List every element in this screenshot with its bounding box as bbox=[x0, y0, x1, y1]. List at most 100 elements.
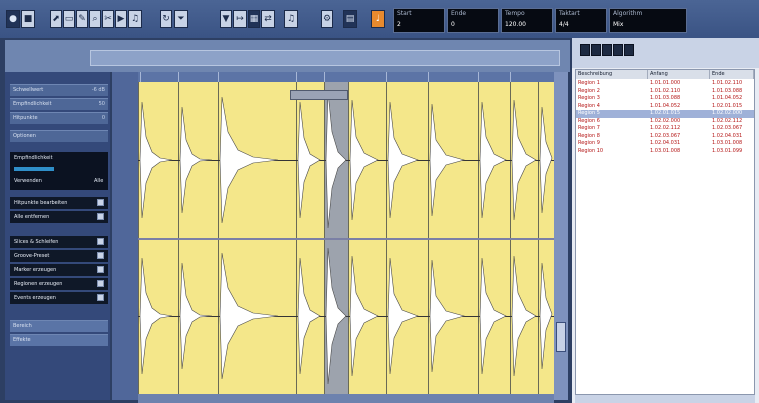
action-button[interactable]: Slices & Schleifen bbox=[10, 236, 108, 248]
select-tool-icon[interactable]: ⬈ bbox=[50, 10, 62, 28]
checkbox-icon[interactable] bbox=[97, 294, 104, 301]
ruler-tick bbox=[178, 72, 179, 82]
inspector-row[interactable]: Optionen bbox=[10, 130, 108, 142]
regions-table: Beschreibung Anfang Ende Region 1 1.01.01… bbox=[575, 69, 755, 395]
snap-button[interactable]: ⇄ bbox=[261, 10, 275, 28]
scrub-tool-icon[interactable]: ♫ bbox=[128, 10, 142, 28]
transport-button[interactable]: ⏷ bbox=[174, 10, 188, 28]
loop-button[interactable]: ↻ bbox=[160, 10, 172, 28]
horizontal-scrollbar[interactable] bbox=[138, 394, 554, 403]
effects-section[interactable]: Effekte bbox=[10, 334, 108, 346]
audio-editor-window: ● ■ ⬈ ▭ ✎ ⌕ ✂ ▶ ♫ ↻ ⏷ ▼ ↦ ▦ ⇄ ♫ ⚙ ▤ ♩ St… bbox=[0, 0, 759, 403]
ruler-tick bbox=[386, 72, 387, 82]
regions-table-scrollbar[interactable] bbox=[575, 395, 755, 403]
range-section[interactable]: Bereich bbox=[10, 320, 108, 332]
info-end[interactable]: Ende 0 bbox=[447, 8, 499, 33]
info-start-value: 2 bbox=[397, 21, 401, 28]
sensitivity-label: Empfindlichkeit bbox=[14, 155, 53, 161]
cell-end: 1.02.03.067 bbox=[712, 125, 743, 131]
view-button[interactable]: ▤ bbox=[343, 10, 357, 28]
action-button[interactable]: Events erzeugen bbox=[10, 292, 108, 304]
cell-start: 1.02.01.015 bbox=[650, 110, 681, 116]
grid-mode-icon[interactable]: ▦ bbox=[248, 10, 260, 28]
action-button[interactable]: Groove-Preset bbox=[10, 250, 108, 262]
sensitivity-slider[interactable] bbox=[14, 167, 54, 171]
play-region-icon[interactable] bbox=[613, 44, 623, 56]
remove-all-button[interactable]: Alle entfernen bbox=[10, 211, 108, 223]
remove-region-icon[interactable] bbox=[591, 44, 601, 56]
add-region-icon[interactable] bbox=[580, 44, 590, 56]
select-region-icon[interactable] bbox=[602, 44, 612, 56]
listen-button[interactable]: ■ bbox=[21, 10, 35, 28]
warp-mode-icon[interactable]: ↦ bbox=[233, 10, 247, 28]
hitpoint-mode-icon[interactable]: ▼ bbox=[220, 10, 232, 28]
table-row[interactable]: Region 8 1.02.03.067 1.02.04.031 bbox=[576, 133, 754, 141]
ruler-tick bbox=[478, 72, 479, 82]
checkbox-icon[interactable] bbox=[97, 199, 104, 206]
overview-range[interactable] bbox=[90, 50, 560, 66]
overview-strip[interactable] bbox=[5, 40, 570, 72]
play-tool-icon[interactable]: ▶ bbox=[115, 10, 127, 28]
checkbox-icon[interactable] bbox=[97, 280, 104, 287]
table-row[interactable]: Region 9 1.02.04.031 1.03.01.008 bbox=[576, 140, 754, 148]
info-tempo-label: Tempo bbox=[505, 10, 525, 17]
use-value[interactable]: Alle bbox=[94, 178, 103, 184]
column-header-start[interactable]: Anfang bbox=[648, 70, 710, 79]
solo-button[interactable]: ● bbox=[6, 10, 20, 28]
action-button[interactable]: Marker erzeugen bbox=[10, 264, 108, 276]
checkbox-icon[interactable] bbox=[97, 238, 104, 245]
info-algorithm[interactable]: Algorithm Mix bbox=[609, 8, 687, 33]
info-end-label: Ende bbox=[451, 10, 467, 17]
cell-name: Region 1 bbox=[578, 80, 600, 86]
table-row[interactable]: Region 1 1.01.01.000 1.01.02.110 bbox=[576, 80, 754, 88]
info-tempo[interactable]: Tempo 120.00 bbox=[501, 8, 553, 33]
pencil-tool-icon[interactable]: ✎ bbox=[76, 10, 88, 28]
info-signature[interactable]: Taktart 4/4 bbox=[555, 8, 607, 33]
cell-end: 1.02.02.000 bbox=[712, 110, 743, 116]
inspector-row[interactable]: Schwellwert -6 dB bbox=[10, 84, 108, 96]
table-row[interactable]: Region 3 1.01.03.088 1.01.04.052 bbox=[576, 95, 754, 103]
column-header-end[interactable]: Ende bbox=[710, 70, 754, 79]
inspector-row[interactable]: Empfindlichkeit 50 bbox=[10, 98, 108, 110]
info-start[interactable]: Start 2 bbox=[393, 8, 445, 33]
row-label: Optionen bbox=[13, 133, 36, 139]
button-label: Hitpunkte bearbeiten bbox=[14, 200, 68, 206]
checkbox-icon[interactable] bbox=[97, 213, 104, 220]
cell-end: 1.02.04.031 bbox=[712, 132, 743, 139]
button-label: Slices & Schleifen bbox=[14, 239, 59, 245]
checkbox-icon[interactable] bbox=[97, 266, 104, 273]
range-tool-icon[interactable]: ▭ bbox=[63, 10, 75, 28]
loop-region-icon[interactable] bbox=[624, 44, 634, 56]
cell-name: Region 9 bbox=[578, 140, 600, 146]
use-label: Verwenden bbox=[14, 178, 42, 184]
cell-start: 1.02.04.031 bbox=[650, 140, 681, 146]
table-row[interactable]: Region 7 1.02.02.112 1.02.03.067 bbox=[576, 125, 754, 133]
vertical-scroll-thumb[interactable] bbox=[556, 322, 566, 352]
row-label: Effekte bbox=[13, 337, 31, 343]
musical-mode-icon[interactable]: ♩ bbox=[371, 10, 385, 28]
table-row[interactable]: Region 4 1.01.04.052 1.02.01.015 bbox=[576, 103, 754, 111]
ruler-tick bbox=[428, 72, 429, 82]
waveform-display[interactable] bbox=[138, 82, 554, 394]
row-value: -6 dB bbox=[91, 87, 105, 93]
inspector-row[interactable]: Hitpunkte 0 bbox=[10, 112, 108, 124]
settings-icon[interactable]: ⚙ bbox=[321, 10, 333, 28]
table-row[interactable]: Region 2 1.01.02.110 1.01.03.088 bbox=[576, 88, 754, 96]
zoom-tool-icon[interactable]: ⌕ bbox=[89, 10, 101, 28]
scissors-tool-icon[interactable]: ✂ bbox=[102, 10, 114, 28]
cell-end: 1.02.02.112 bbox=[712, 117, 743, 124]
time-ruler[interactable] bbox=[138, 72, 554, 82]
sensitivity-panel: Empfindlichkeit Verwenden Alle bbox=[10, 152, 108, 190]
button-label: Events erzeugen bbox=[14, 295, 56, 301]
checkbox-icon[interactable] bbox=[97, 252, 104, 259]
action-button[interactable]: Regionen erzeugen bbox=[10, 278, 108, 290]
info-algorithm-label: Algorithm bbox=[613, 10, 643, 17]
audition-icon[interactable]: ♫ bbox=[284, 10, 298, 28]
edit-hitpoints-button[interactable]: Hitpunkte bearbeiten bbox=[10, 197, 108, 209]
table-row-selected[interactable]: Region 5 1.02.01.015 1.02.02.000 bbox=[576, 110, 754, 118]
table-row[interactable]: Region 10 1.03.01.008 1.03.01.099 bbox=[576, 148, 754, 156]
ruler-tick bbox=[296, 72, 297, 82]
table-row[interactable]: Region 6 1.02.02.000 1.02.02.112 bbox=[576, 118, 754, 126]
column-header-description[interactable]: Beschreibung bbox=[576, 70, 648, 79]
selection-marker[interactable] bbox=[290, 90, 348, 100]
